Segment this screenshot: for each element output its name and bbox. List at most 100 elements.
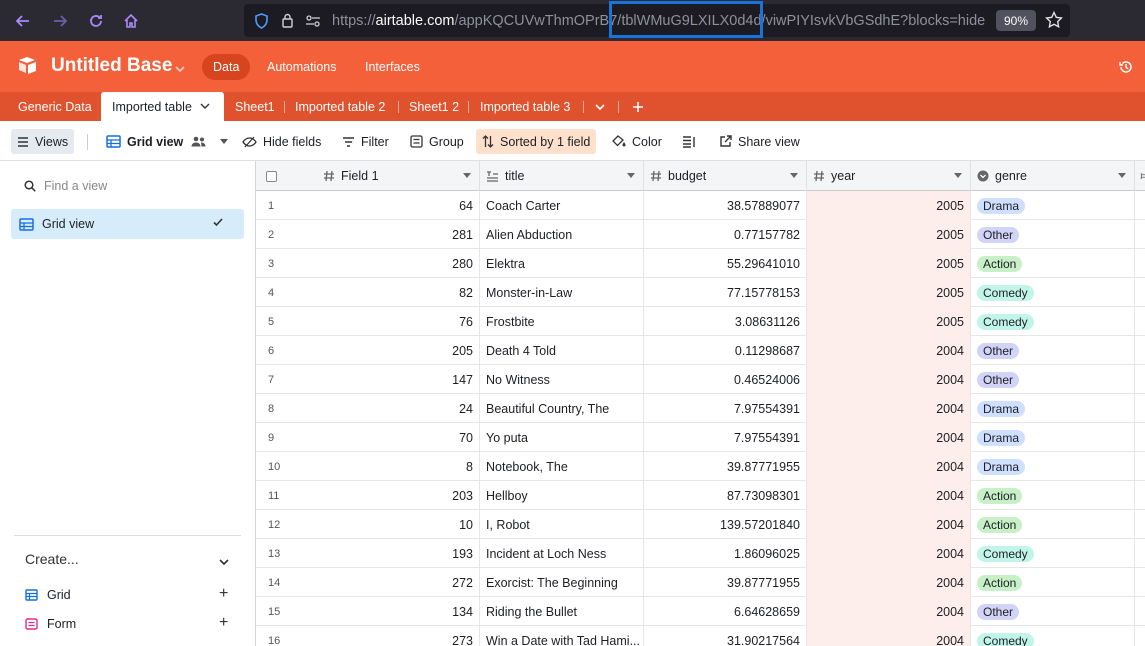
add-table-plus-icon[interactable]	[632, 92, 644, 121]
row-number-cell[interactable]: 1	[256, 191, 313, 220]
tab-imported-table-3[interactable]: Imported table 3	[480, 92, 570, 121]
genre-cell[interactable]: Other	[971, 365, 1135, 394]
column-header-year[interactable]: year	[807, 161, 971, 191]
budget-cell[interactable]: 1.86096025	[644, 539, 807, 568]
field1-cell[interactable]: 8	[313, 452, 480, 481]
column-header-field1[interactable]: Field 1	[313, 161, 480, 191]
more-columns-hash-icon[interactable]	[1135, 161, 1145, 191]
forward-button[interactable]	[42, 0, 78, 41]
field1-cell[interactable]: 205	[313, 336, 480, 365]
title-cell[interactable]: Coach Carter	[480, 191, 644, 220]
hide-fields-button[interactable]: Hide fields	[236, 129, 327, 154]
title-cell[interactable]: No Witness	[480, 365, 644, 394]
more-tabs-chevron-icon[interactable]	[594, 92, 606, 121]
history-icon[interactable]	[1118, 59, 1134, 78]
table-row[interactable]: 10 8 Notebook, The 39.87771955 2004 Drama	[256, 452, 1145, 481]
genre-cell[interactable]: Action	[971, 568, 1135, 597]
column-header-genre[interactable]: genre	[971, 161, 1135, 191]
genre-cell[interactable]: Action	[971, 510, 1135, 539]
table-row[interactable]: 14 272 Exorcist: The Beginning 39.87771955 2…	[256, 568, 1145, 597]
table-row[interactable]: 8 24 Beautiful Country, The 7.97554391 2004 D…	[256, 394, 1145, 423]
create-grid-item[interactable]: Grid	[25, 586, 71, 604]
table-row[interactable]: 16 273 Win a Date with Tad Hami... 31.90217…	[256, 626, 1145, 646]
table-row[interactable]: 3 280 Elektra 55.29641010 2005 Action	[256, 249, 1145, 278]
row-number-cell[interactable]: 14	[256, 568, 313, 597]
nav-data[interactable]: Data	[202, 54, 251, 80]
table-row[interactable]: 9 70 Yo puta 7.97554391 2004 Drama	[256, 423, 1145, 452]
nav-interfaces[interactable]: Interfaces	[354, 54, 431, 80]
table-row[interactable]: 7 147 No Witness 0.46524006 2004 Other	[256, 365, 1145, 394]
row-number-cell[interactable]: 15	[256, 597, 313, 626]
grid-view-button[interactable]: Grid view	[100, 129, 240, 154]
title-cell[interactable]: Incident at Loch Ness	[480, 539, 644, 568]
genre-cell[interactable]: Drama	[971, 423, 1135, 452]
row-number-cell[interactable]: 9	[256, 423, 313, 452]
chevron-down-icon[interactable]	[174, 61, 186, 76]
find-view-search[interactable]: Find a view	[24, 179, 107, 193]
year-cell[interactable]: 2004	[807, 568, 971, 597]
row-height-icon[interactable]	[676, 129, 708, 154]
budget-cell[interactable]: 31.90217564	[644, 626, 807, 646]
title-cell[interactable]: Riding the Bullet	[480, 597, 644, 626]
genre-cell[interactable]: Drama	[971, 452, 1135, 481]
table-row[interactable]: 6 205 Death 4 Told 0.11298687 2004 Other	[256, 336, 1145, 365]
field1-cell[interactable]: 272	[313, 568, 480, 597]
field1-cell[interactable]: 280	[313, 249, 480, 278]
permissions-icon[interactable]	[300, 14, 326, 27]
table-row[interactable]: 5 76 Frostbite 3.08631126 2005 Comedy	[256, 307, 1145, 336]
table-row[interactable]: 11 203 Hellboy 87.73098301 2004 Action	[256, 481, 1145, 510]
title-cell[interactable]: Alien Abduction	[480, 220, 644, 249]
genre-cell[interactable]: Drama	[971, 191, 1135, 220]
year-cell[interactable]: 2004	[807, 597, 971, 626]
row-number-cell[interactable]: 7	[256, 365, 313, 394]
budget-cell[interactable]: 7.97554391	[644, 423, 807, 452]
row-number-cell[interactable]: 6	[256, 336, 313, 365]
add-grid-plus-icon[interactable]: +	[219, 585, 228, 603]
field1-cell[interactable]: 134	[313, 597, 480, 626]
create-section-title[interactable]: Create...	[25, 551, 79, 567]
address-bar[interactable]: https://airtable.com/appKQCUVwThmOPrB7/t…	[244, 4, 1070, 37]
bookmark-star-icon[interactable]	[1044, 10, 1064, 32]
row-number-cell[interactable]: 10	[256, 452, 313, 481]
year-cell[interactable]: 2004	[807, 626, 971, 646]
chevron-down-icon[interactable]	[218, 554, 230, 569]
genre-cell[interactable]: Drama	[971, 394, 1135, 423]
year-cell[interactable]: 2004	[807, 539, 971, 568]
budget-cell[interactable]: 55.29641010	[644, 249, 807, 278]
title-cell[interactable]: Beautiful Country, The	[480, 394, 644, 423]
table-row[interactable]: 13 193 Incident at Loch Ness 1.86096025 2004…	[256, 539, 1145, 568]
budget-cell[interactable]: 0.77157782	[644, 220, 807, 249]
table-row[interactable]: 1 64 Coach Carter 38.57889077 2005 Drama	[256, 191, 1145, 220]
home-button[interactable]	[113, 0, 149, 41]
field1-cell[interactable]: 24	[313, 394, 480, 423]
row-number-cell[interactable]: 5	[256, 307, 313, 336]
title-cell[interactable]: Notebook, The	[480, 452, 644, 481]
title-cell[interactable]: Elektra	[480, 249, 644, 278]
group-button[interactable]: Group	[404, 129, 470, 154]
budget-cell[interactable]: 39.87771955	[644, 452, 807, 481]
field1-cell[interactable]: 281	[313, 220, 480, 249]
budget-cell[interactable]: 39.87771955	[644, 568, 807, 597]
genre-cell[interactable]: Other	[971, 336, 1135, 365]
back-button[interactable]	[5, 0, 41, 41]
field1-cell[interactable]: 147	[313, 365, 480, 394]
budget-cell[interactable]: 38.57889077	[644, 191, 807, 220]
sidebar-item-grid-view[interactable]: Grid view	[11, 209, 244, 239]
table-row[interactable]: 12 10 I, Robot 139.57201840 2004 Action	[256, 510, 1145, 539]
sort-button[interactable]: Sorted by 1 field	[476, 129, 597, 154]
row-number-cell[interactable]: 8	[256, 394, 313, 423]
year-cell[interactable]: 2004	[807, 365, 971, 394]
field1-cell[interactable]: 82	[313, 278, 480, 307]
tab-generic-data[interactable]: Generic Data	[18, 92, 92, 121]
year-cell[interactable]: 2004	[807, 423, 971, 452]
year-cell[interactable]: 2004	[807, 452, 971, 481]
year-cell[interactable]: 2005	[807, 278, 971, 307]
field1-cell[interactable]: 64	[313, 191, 480, 220]
budget-cell[interactable]: 0.46524006	[644, 365, 807, 394]
column-header-title[interactable]: title	[480, 161, 644, 191]
budget-cell[interactable]: 77.15778153	[644, 278, 807, 307]
tab-sheet1-2[interactable]: Sheet1 2	[409, 92, 459, 121]
row-number-cell[interactable]: 2	[256, 220, 313, 249]
year-cell[interactable]: 2005	[807, 249, 971, 278]
genre-cell[interactable]: Comedy	[971, 278, 1135, 307]
